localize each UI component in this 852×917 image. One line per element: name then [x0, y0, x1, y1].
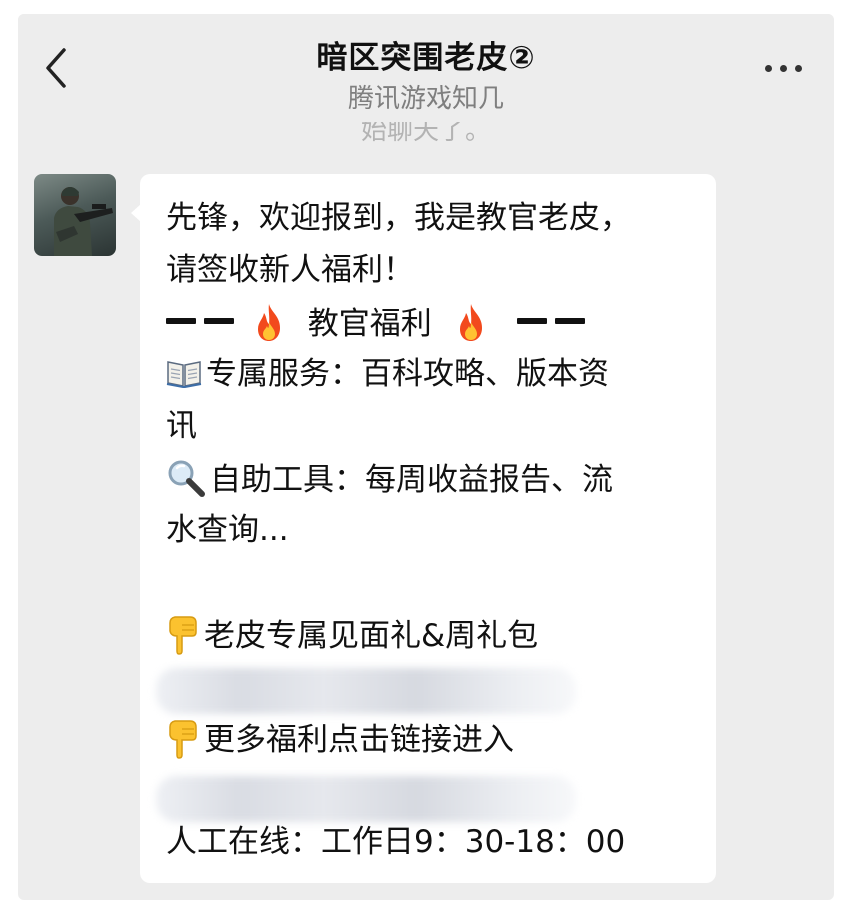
navigation-bar: 暗区突围老皮② 腾讯游戏知几 — [18, 14, 834, 122]
fire-icon — [459, 304, 482, 341]
tools-text: 自助工具：每周收益报告、流 — [210, 462, 613, 498]
dash-divider — [204, 318, 234, 324]
service-text: 专属服务：百科攻略、版本资 — [206, 356, 609, 392]
service-row: 专属服务：百科攻略、版本资 — [166, 354, 696, 394]
chat-screen: 暗区突围老皮② 腾讯游戏知几 始聊天了。 先锋，欢迎报到，我是教官老皮， 请签收… — [18, 14, 834, 900]
gift-row: 老皮专属见面礼&周礼包 — [166, 614, 696, 655]
message-bubble: 先锋，欢迎报到，我是教官老皮， 请签收新人福利！ 教官福利 专属服务：百科攻略、… — [131, 174, 716, 883]
pointing-down-icon — [169, 720, 197, 759]
section-heading-row: 教官福利 — [166, 302, 696, 342]
more-dot-icon — [795, 65, 802, 72]
gift-text: 老皮专属见面礼&周礼包 — [204, 618, 539, 654]
soldier-avatar-icon — [54, 187, 113, 256]
open-book-icon — [166, 361, 202, 388]
tools-row: 自助工具：每周收益报告、流 — [166, 458, 696, 498]
blurred-link[interactable] — [156, 668, 576, 714]
dash-divider — [166, 318, 196, 324]
more-benefits-text: 更多福利点击链接进入 — [204, 722, 514, 758]
service-hours: 人工在线：工作日9：30-18：00 — [166, 824, 626, 860]
pointing-down-icon — [169, 616, 197, 655]
chat-title: 暗区突围老皮② — [316, 40, 536, 76]
more-dot-icon — [780, 65, 787, 72]
message-line: 水查询... — [166, 512, 289, 548]
dash-divider — [517, 318, 548, 324]
message-line: 讯 — [166, 408, 197, 444]
more-benefits-row: 更多福利点击链接进入 — [166, 718, 696, 759]
more-options-button[interactable] — [762, 52, 806, 82]
magnifying-glass-icon — [168, 460, 205, 497]
blurred-link[interactable] — [156, 776, 576, 822]
message-line: 请签收新人福利！ — [166, 252, 414, 288]
message-line: 先锋，欢迎报到，我是教官老皮， — [166, 200, 631, 236]
dash-divider — [555, 318, 586, 324]
avatar[interactable] — [34, 174, 116, 256]
more-dot-icon — [765, 65, 772, 72]
chat-subtitle: 腾讯游戏知几 — [347, 84, 504, 114]
section-heading: 教官福利 — [307, 306, 432, 342]
fire-icon — [257, 304, 280, 341]
